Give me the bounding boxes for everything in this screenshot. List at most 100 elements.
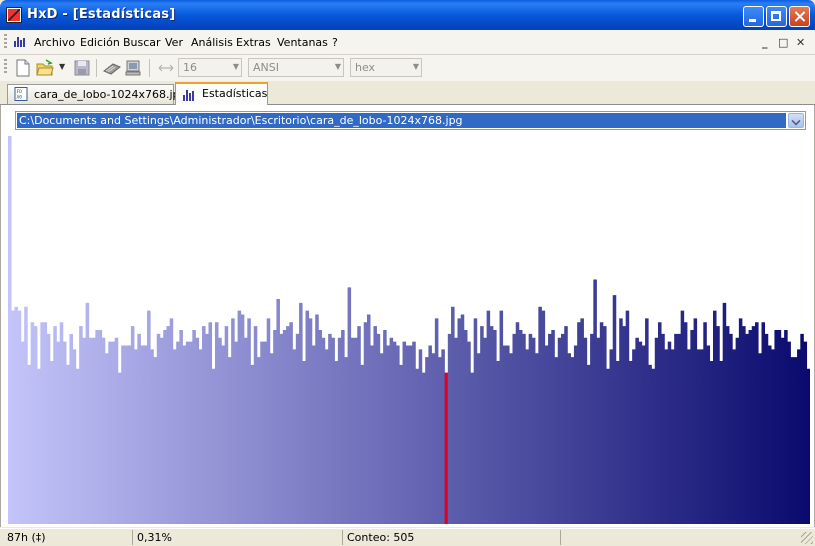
menu-analisis[interactable]: Análisis (191, 36, 233, 49)
offset-base-combo[interactable]: hex ▼ (350, 58, 422, 77)
histogram-bar[interactable] (205, 334, 209, 524)
histogram-bar[interactable] (561, 334, 565, 524)
histogram-bar[interactable] (538, 307, 542, 524)
histogram-bar[interactable] (283, 330, 287, 524)
histogram-bar[interactable] (597, 338, 601, 524)
histogram-bar[interactable] (40, 322, 44, 524)
histogram-bar[interactable] (781, 338, 785, 524)
histogram-bar[interactable] (532, 338, 536, 524)
histogram-bar[interactable] (574, 346, 578, 524)
tab-file[interactable]: FD A0 cara_de_lobo-1024x768.jpg (7, 84, 187, 104)
histogram-bar[interactable] (778, 330, 782, 524)
histogram-bar[interactable] (34, 326, 38, 524)
histogram-bar[interactable] (128, 346, 132, 524)
histogram-bar[interactable] (280, 334, 284, 524)
histogram-bar[interactable] (8, 136, 12, 524)
histogram-bar[interactable] (652, 369, 656, 524)
histogram-bar[interactable] (458, 318, 462, 524)
histogram-bar[interactable] (454, 338, 458, 524)
histogram-bar[interactable] (674, 334, 678, 524)
histogram-bar[interactable] (587, 365, 591, 524)
histogram-bar[interactable] (467, 342, 471, 524)
histogram-bar[interactable] (79, 326, 83, 524)
menu-archivo[interactable]: Archivo (34, 36, 75, 49)
histogram-bar[interactable] (377, 334, 381, 524)
histogram-bar[interactable] (761, 322, 765, 524)
histogram-bar[interactable] (490, 326, 494, 524)
title-bar[interactable]: HxD - [Estadísticas] (0, 0, 815, 30)
histogram-bar[interactable] (209, 322, 213, 524)
histogram-bar[interactable] (289, 322, 293, 524)
histogram-bar[interactable] (186, 342, 190, 524)
histogram-bar[interactable] (335, 361, 339, 524)
histogram-bar[interactable] (144, 346, 148, 524)
histogram-bar[interactable] (150, 349, 154, 524)
histogram-bar[interactable] (244, 338, 248, 524)
histogram-bar[interactable] (580, 318, 584, 524)
histogram-bar[interactable] (102, 338, 106, 524)
resize-grip[interactable] (801, 532, 813, 544)
histogram-bar[interactable] (694, 318, 698, 524)
histogram-bar[interactable] (800, 334, 804, 524)
histogram-bar[interactable] (396, 346, 400, 524)
histogram-bar[interactable] (713, 311, 717, 524)
histogram-bar[interactable] (183, 346, 187, 524)
histogram-bar[interactable] (66, 365, 70, 524)
histogram-bar[interactable] (141, 346, 145, 524)
histogram-bar[interactable] (629, 361, 633, 524)
histogram-bar[interactable] (590, 334, 594, 524)
histogram-bar[interactable] (238, 311, 242, 524)
histogram-bar[interactable] (176, 342, 180, 524)
histogram-bar[interactable] (732, 349, 736, 524)
statistics-doc-icon[interactable] (13, 35, 27, 47)
histogram-bar[interactable] (519, 330, 523, 524)
histogram-bar[interactable] (147, 311, 151, 524)
histogram-bar[interactable] (37, 369, 41, 524)
toolbar-grip[interactable] (4, 59, 7, 75)
histogram-bar[interactable] (108, 342, 112, 524)
histogram-bar[interactable] (212, 369, 216, 524)
histogram-bar[interactable] (322, 338, 326, 524)
histogram-bar[interactable] (797, 349, 801, 524)
histogram-bar[interactable] (373, 326, 377, 524)
histogram-bar[interactable] (551, 330, 555, 524)
histogram-bar[interactable] (616, 361, 620, 524)
histogram-bar[interactable] (474, 318, 478, 524)
histogram-bar[interactable] (681, 311, 685, 524)
histogram-bar[interactable] (548, 334, 552, 524)
menu-extras[interactable]: Extras (236, 36, 271, 49)
histogram-bar[interactable] (771, 349, 775, 524)
histogram-bar[interactable] (719, 361, 723, 524)
histogram-bar[interactable] (739, 318, 743, 524)
histogram-bar[interactable] (118, 373, 122, 524)
histogram-bar[interactable] (415, 369, 419, 524)
histogram-bar[interactable] (14, 307, 18, 524)
histogram-bar[interactable] (639, 342, 643, 524)
histogram-bar[interactable] (435, 318, 439, 524)
histogram-bar[interactable] (412, 342, 416, 524)
histogram-bar[interactable] (154, 357, 158, 524)
minimize-button[interactable] (743, 6, 764, 27)
histogram-bar[interactable] (95, 330, 99, 524)
histogram-bar[interactable] (257, 357, 261, 524)
histogram-bar[interactable] (260, 342, 264, 524)
histogram-bar[interactable] (742, 326, 746, 524)
histogram-bar[interactable] (703, 322, 707, 524)
histogram-bar[interactable] (470, 373, 474, 524)
histogram-bar[interactable] (299, 303, 303, 524)
histogram-bar[interactable] (716, 326, 720, 524)
histogram-bar[interactable] (448, 334, 452, 524)
histogram-bar[interactable] (218, 338, 222, 524)
histogram-bar[interactable] (192, 330, 196, 524)
histogram-bar[interactable] (729, 334, 733, 524)
histogram-bar[interactable] (293, 349, 297, 524)
histogram-bar[interactable] (503, 346, 507, 524)
histogram-bar[interactable] (179, 330, 183, 524)
histogram-bar[interactable] (419, 349, 423, 524)
histogram-bar[interactable] (619, 318, 623, 524)
histogram-bar[interactable] (273, 330, 277, 524)
histogram-bar[interactable] (302, 361, 306, 524)
histogram-bar[interactable] (296, 334, 300, 524)
histogram-bar[interactable] (231, 318, 235, 524)
histogram-bar[interactable] (658, 322, 662, 524)
